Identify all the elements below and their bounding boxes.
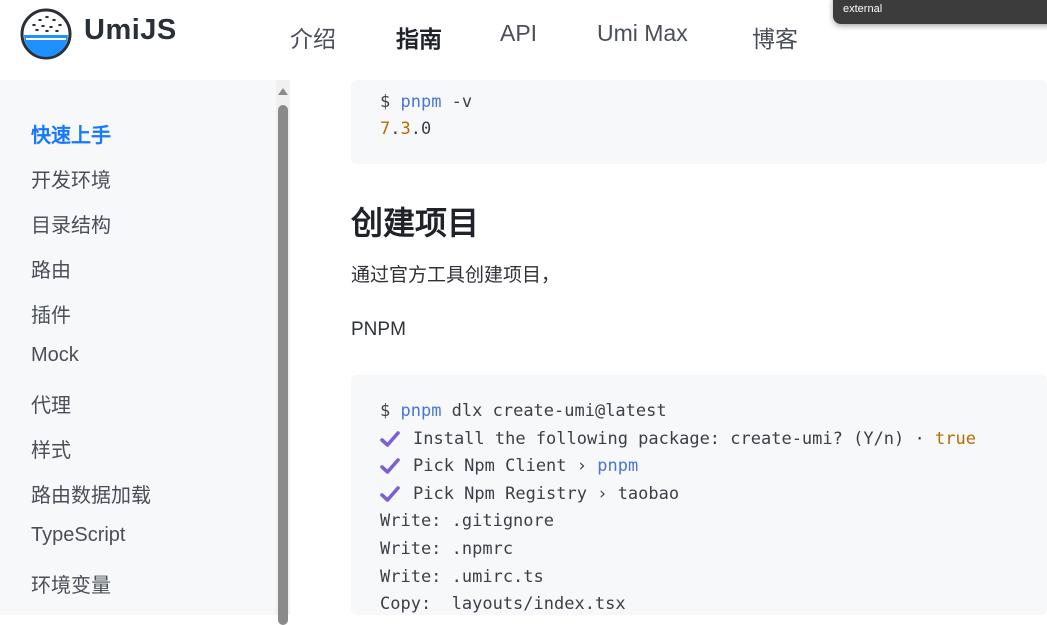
code-line: Install the following package: create-um…: [380, 429, 976, 449]
scrollbar-thumb[interactable]: [278, 105, 288, 625]
nav-intro[interactable]: 介绍: [290, 20, 336, 54]
sidebar-item-styles[interactable]: 样式: [31, 434, 71, 463]
sidebar-scrollbar[interactable]: [276, 80, 290, 625]
sidebar-item-plugins[interactable]: 插件: [31, 299, 71, 328]
sidebar-item-route-data-loading[interactable]: 路由数据加载: [31, 479, 151, 508]
section-heading: 创建项目: [351, 205, 480, 241]
sidebar: 快速上手 开发环境 目录结构 路由 插件 Mock 代理 样式 路由数据加载 T…: [0, 80, 276, 615]
nav-api[interactable]: API: [500, 20, 537, 47]
sidebar-item-proxy[interactable]: 代理: [31, 389, 71, 418]
pnpm-label: PNPM: [351, 319, 406, 340]
sidebar-item-directory[interactable]: 目录结构: [31, 209, 111, 238]
sidebar-item-dev-env[interactable]: 开发环境: [31, 164, 111, 193]
scroll-up-arrow-icon[interactable]: [278, 88, 288, 95]
nav-guide[interactable]: 指南: [396, 20, 442, 54]
sidebar-item-env-vars[interactable]: 环境变量: [31, 569, 111, 598]
umi-logo-icon[interactable]: [20, 8, 72, 60]
code-line: $ pnpm dlx create-umi@latest: [380, 401, 667, 421]
external-toast: external: [833, 0, 1047, 24]
nav-blog[interactable]: 博客: [752, 20, 798, 54]
code-line: 7.3.0: [380, 119, 432, 139]
code-line: Write: .gitignore: [380, 511, 554, 531]
check-icon: [380, 486, 400, 502]
code-line: Write: .npmrc: [380, 539, 514, 559]
sidebar-item-typescript[interactable]: TypeScript: [31, 524, 125, 547]
sidebar-item-quick-start[interactable]: 快速上手: [31, 119, 111, 148]
code-line: Write: .umirc.ts: [380, 567, 544, 587]
code-line: Copy: layouts/index.tsx: [380, 594, 626, 614]
nav-umi-max[interactable]: Umi Max: [597, 20, 688, 47]
code-line: $ pnpm -v: [380, 92, 473, 112]
brand-name[interactable]: UmiJS: [84, 14, 177, 47]
toast-text: external: [843, 3, 883, 15]
intro-text: 通过官方工具创建项目，: [351, 265, 561, 286]
code-line: Pick Npm Client › pnpm: [380, 456, 638, 476]
check-icon: [380, 431, 400, 447]
sidebar-item-routes[interactable]: 路由: [31, 254, 71, 283]
check-icon: [380, 458, 400, 474]
sidebar-item-mock[interactable]: Mock: [31, 344, 79, 367]
code-line: Pick Npm Registry › taobao: [380, 484, 679, 504]
